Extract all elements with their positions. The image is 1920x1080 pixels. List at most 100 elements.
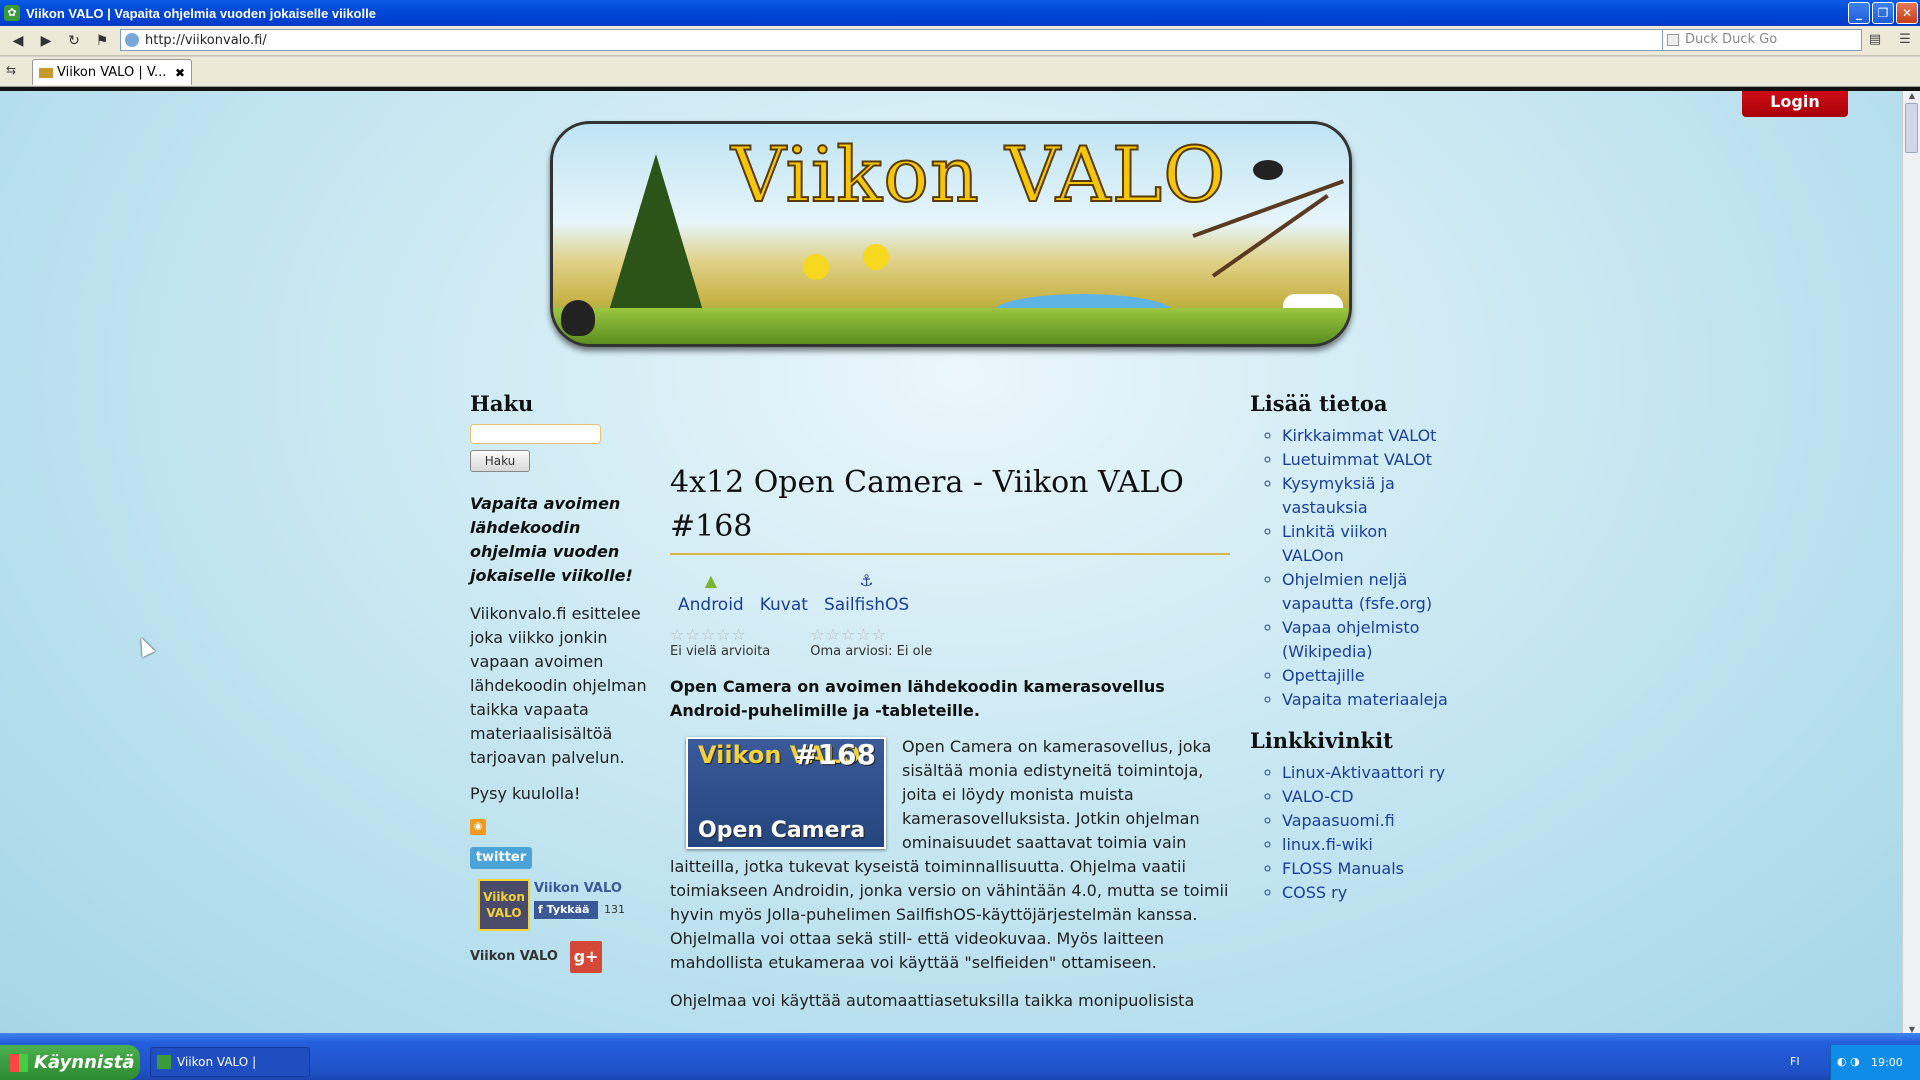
restore-button[interactable]: ❐ bbox=[1872, 2, 1894, 24]
tag-kuvat[interactable]: Kuvat bbox=[760, 571, 808, 615]
post-image[interactable]: Viikon VALO #168 Open Camera bbox=[686, 737, 886, 849]
page-viewport: Login Viikon VALO Haku Haku Vapaita avoi… bbox=[0, 87, 1920, 1033]
info-link[interactable]: Opettajille bbox=[1282, 664, 1450, 688]
taskbar-item-browser[interactable]: Viikon VALO | Vapaita... bbox=[150, 1047, 310, 1077]
facebook-icon: f bbox=[538, 903, 547, 916]
link-text[interactable]: VALO-CD bbox=[1282, 787, 1354, 806]
own-rating[interactable]: ☆☆☆☆☆ Oma arviosi: Ei ole bbox=[810, 625, 932, 659]
address-bar[interactable]: http://viikonvalo.fi/ bbox=[120, 29, 1690, 51]
left-sidebar: Haku Haku Vapaita avoimen lähdekoodin oh… bbox=[470, 391, 650, 973]
link-text[interactable]: Kysymyksiä ja vastauksia bbox=[1282, 474, 1395, 517]
scroll-up-icon[interactable]: ▲ bbox=[1903, 91, 1920, 103]
camera-icon bbox=[773, 571, 795, 593]
link-text[interactable]: Opettajille bbox=[1282, 666, 1365, 685]
link-text[interactable]: COSS ry bbox=[1282, 883, 1347, 902]
forward-arrow-icon[interactable]: ▶ bbox=[32, 29, 60, 53]
scrollbar-thumb[interactable] bbox=[1905, 103, 1918, 153]
url-text[interactable]: http://viikonvalo.fi/ bbox=[145, 33, 267, 48]
start-button[interactable]: Käynnistä bbox=[0, 1045, 140, 1080]
banner-title: Viikon VALO bbox=[730, 129, 1227, 220]
info-link[interactable]: Vapaita materiaaleja bbox=[1282, 688, 1450, 712]
info-link[interactable]: Luetuimmat VALOt bbox=[1282, 448, 1450, 472]
link-text[interactable]: linux.fi-wiki bbox=[1282, 835, 1373, 854]
site-search-input[interactable] bbox=[470, 424, 601, 444]
tip-links: Linux-Aktivaattori ry VALO-CD Vapaasuomi… bbox=[1250, 761, 1450, 905]
link-text[interactable]: Ohjelmien neljä vapautta (fsfe.org) bbox=[1282, 570, 1432, 613]
tip-link[interactable]: Vapaasuomi.fi bbox=[1282, 809, 1450, 833]
star-rating-icon[interactable]: ☆☆☆☆☆ bbox=[810, 625, 932, 644]
search-engine-icon[interactable] bbox=[1667, 34, 1679, 46]
twitter-button[interactable]: twitter bbox=[470, 847, 532, 869]
link-text[interactable]: Vapaita materiaaleja bbox=[1282, 690, 1448, 709]
average-rating-text: Ei vielä arvioita bbox=[670, 644, 771, 659]
reload-icon[interactable]: ↻ bbox=[60, 29, 88, 53]
tab-close-icon[interactable]: ✖ bbox=[175, 66, 185, 80]
tray-icons[interactable]: ◐ ◑ bbox=[1837, 1056, 1867, 1068]
viikon-valo-logo[interactable]: Viikon VALO bbox=[478, 879, 530, 931]
tip-link[interactable]: VALO-CD bbox=[1282, 785, 1450, 809]
login-button[interactable]: Login bbox=[1742, 91, 1848, 117]
search-widget-title: Haku bbox=[470, 391, 534, 416]
tip-link[interactable]: Linux-Aktivaattori ry bbox=[1282, 761, 1450, 785]
language-indicator[interactable]: FI bbox=[1790, 1055, 1800, 1068]
stay-tuned-text: Pysy kuulolla! bbox=[470, 784, 581, 803]
tag-label[interactable]: Android bbox=[678, 595, 744, 615]
rss-icon[interactable]: ◉ bbox=[470, 819, 486, 835]
link-text[interactable]: Linux-Aktivaattori ry bbox=[1282, 763, 1445, 782]
grass-illustration bbox=[553, 308, 1349, 344]
minimize-button[interactable]: _ bbox=[1848, 2, 1870, 24]
average-rating: ☆☆☆☆☆ Ei vielä arvioita bbox=[670, 625, 770, 659]
post-title[interactable]: 4x12 Open Camera - Viikon VALO #168 bbox=[670, 461, 1230, 555]
platform-tags: ▲ Android Kuvat ⚓ SailfishOS bbox=[670, 571, 1230, 615]
google-plus-icon[interactable]: g+ bbox=[570, 941, 602, 973]
link-text[interactable]: Luetuimmat VALOt bbox=[1282, 450, 1432, 469]
navigation-toolbar: ◀ ▶ ↻ ⚑ http://viikonvalo.fi/ Duck Duck … bbox=[0, 26, 1920, 56]
facebook-like-button[interactable]: f Tykkää bbox=[534, 901, 598, 919]
link-text[interactable]: FLOSS Manuals bbox=[1282, 859, 1404, 878]
site-identity-icon[interactable] bbox=[125, 33, 139, 47]
tag-label[interactable]: Kuvat bbox=[760, 595, 808, 615]
logo-line2: VALO bbox=[486, 906, 522, 920]
facebook-page-link[interactable]: Viikon VALO bbox=[534, 881, 622, 896]
tag-android[interactable]: ▲ Android bbox=[678, 571, 744, 615]
site-tagline: Vapaita avoimen lähdekoodin ohjelmia vuo… bbox=[470, 494, 633, 585]
blackbird-illustration bbox=[1253, 160, 1283, 180]
scroll-down-icon[interactable]: ▼ bbox=[1903, 1025, 1920, 1033]
info-link[interactable]: Linkitä viikon VALOon bbox=[1282, 520, 1450, 568]
bookmark-icon[interactable]: ⚑ bbox=[88, 29, 116, 53]
logo-line1: Viikon bbox=[483, 890, 525, 904]
tab-label[interactable]: Viikon VALO | V... bbox=[57, 65, 166, 80]
back-arrow-icon[interactable]: ◀ bbox=[4, 29, 32, 53]
search-engine-input[interactable]: Duck Duck Go bbox=[1662, 29, 1862, 51]
tip-link[interactable]: COSS ry bbox=[1282, 881, 1450, 905]
penguin-illustration bbox=[561, 300, 595, 336]
close-window-button[interactable]: ✕ bbox=[1896, 2, 1918, 24]
info-link[interactable]: Kysymyksiä ja vastauksia bbox=[1282, 472, 1450, 520]
clock[interactable]: 19:00 bbox=[1871, 1056, 1903, 1069]
link-text[interactable]: Vapaasuomi.fi bbox=[1282, 811, 1395, 830]
menu-icon[interactable]: ☰ bbox=[1896, 32, 1914, 50]
link-text[interactable]: Kirkkaimmat VALOt bbox=[1282, 426, 1436, 445]
site-search-button[interactable]: Haku bbox=[470, 450, 530, 472]
app-icon: ✿ bbox=[4, 5, 20, 21]
favicon-icon bbox=[39, 67, 53, 78]
vertical-scrollbar[interactable]: ▲ ▼ bbox=[1902, 91, 1920, 1033]
tab-viikon-valo[interactable]: Viikon VALO | V... ✖ bbox=[32, 59, 192, 85]
tip-link[interactable]: FLOSS Manuals bbox=[1282, 857, 1450, 881]
taskbar: Käynnistä Viikon VALO | Vapaita... FI ◐ … bbox=[0, 1033, 1920, 1080]
post-lead: Open Camera on avoimen lähdekoodin kamer… bbox=[670, 677, 1165, 720]
tree-illustration bbox=[608, 154, 704, 314]
tag-sailfishos[interactable]: ⚓ SailfishOS bbox=[824, 571, 909, 615]
info-link[interactable]: Ohjelmien neljä vapautta (fsfe.org) bbox=[1282, 568, 1450, 616]
info-link[interactable]: Vapaa ohjelmisto (Wikipedia) bbox=[1282, 616, 1450, 664]
info-link[interactable]: Kirkkaimmat VALOt bbox=[1282, 424, 1450, 448]
android-icon: ▲ bbox=[704, 571, 718, 590]
tab-menu-icon[interactable]: ⇆ bbox=[6, 63, 24, 81]
tip-link[interactable]: linux.fi-wiki bbox=[1282, 833, 1450, 857]
site-banner[interactable]: Viikon VALO bbox=[550, 121, 1352, 347]
tag-label[interactable]: SailfishOS bbox=[824, 595, 909, 615]
panel-icon[interactable]: ▤ bbox=[1866, 32, 1884, 50]
link-text[interactable]: Vapaa ohjelmisto (Wikipedia) bbox=[1282, 618, 1419, 661]
links-title: Linkkivinkit bbox=[1250, 728, 1393, 753]
link-text[interactable]: Linkitä viikon VALOon bbox=[1282, 522, 1387, 565]
